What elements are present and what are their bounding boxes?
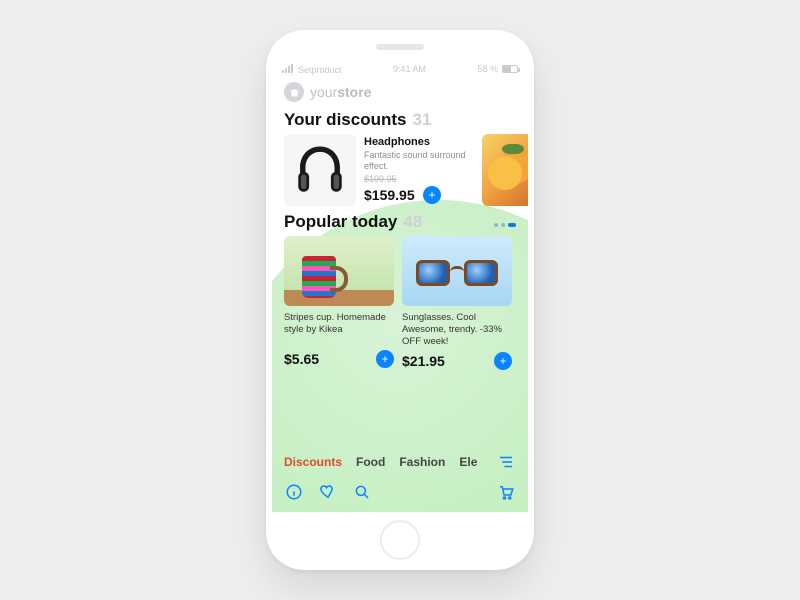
product-image-fruit[interactable]: [482, 134, 528, 206]
store-logo-icon: [284, 82, 304, 102]
battery-icon: [502, 65, 518, 73]
popular-card[interactable]: Sunglasses. Cool Awesome, trendy. -33% O…: [402, 236, 512, 370]
brand-text: yourstore: [310, 84, 371, 100]
tab-overflow[interactable]: Ele: [459, 455, 477, 469]
info-icon[interactable]: [284, 482, 304, 502]
popular-count: 48: [403, 212, 422, 232]
product-image-headphones: [284, 134, 356, 206]
cart-icon[interactable]: [496, 482, 516, 502]
brand-text-a: your: [310, 84, 337, 100]
heart-icon[interactable]: [318, 482, 338, 502]
home-button[interactable]: [380, 520, 420, 560]
filter-icon[interactable]: [496, 452, 516, 472]
more-button[interactable]: [494, 223, 516, 227]
add-button[interactable]: [494, 352, 512, 370]
bottom-toolbar: [272, 476, 528, 512]
carrier-label: Setproduct: [298, 65, 342, 75]
tab-discounts[interactable]: Discounts: [284, 455, 342, 469]
popular-header: Popular today 48: [272, 206, 528, 236]
phone-frame: Setproduct 9:41 AM 58 % yourstore Y: [266, 30, 534, 570]
search-icon[interactable]: [352, 482, 372, 502]
popular-caption: Sunglasses. Cool Awesome, trendy. -33% O…: [402, 312, 512, 348]
product-desc: Fantastic sound surround effect.: [364, 150, 474, 172]
phone-speaker: [376, 44, 424, 50]
category-tabs: Discounts Food Fashion Ele: [272, 444, 528, 476]
tab-fashion[interactable]: Fashion: [399, 455, 445, 469]
signal-icon: [282, 64, 294, 75]
product-image-sunglasses: [402, 236, 512, 306]
discount-card[interactable]: Headphones Fantastic sound surround effe…: [284, 134, 474, 206]
popular-price: $21.95: [402, 353, 445, 369]
popular-price: $5.65: [284, 351, 319, 367]
discounts-row[interactable]: Headphones Fantastic sound surround effe…: [272, 134, 528, 206]
status-bar: Setproduct 9:41 AM 58 %: [272, 60, 528, 78]
popular-row[interactable]: Stripes cup. Homemade style by Kikea $5.…: [272, 236, 528, 370]
app-screen: Setproduct 9:41 AM 58 % yourstore Y: [272, 60, 528, 512]
add-button[interactable]: [423, 186, 441, 204]
popular-title: Popular today: [284, 212, 397, 232]
popular-caption: Stripes cup. Homemade style by Kikea: [284, 312, 394, 346]
product-title: Headphones: [364, 136, 474, 148]
tab-food[interactable]: Food: [356, 455, 385, 469]
discounts-header: Your discounts 31: [272, 104, 528, 134]
discounts-count: 31: [412, 110, 431, 130]
battery-pct: 58 %: [477, 64, 498, 74]
product-price: $159.95: [364, 187, 415, 203]
brand-text-b: store: [337, 84, 371, 100]
product-image-mug: [284, 236, 394, 306]
product-old-price: $199.95: [364, 174, 474, 184]
clock: 9:41 AM: [393, 64, 426, 74]
popular-card[interactable]: Stripes cup. Homemade style by Kikea $5.…: [284, 236, 394, 370]
brand-row: yourstore: [272, 78, 528, 104]
discounts-title: Your discounts: [284, 110, 406, 130]
add-button[interactable]: [376, 350, 394, 368]
